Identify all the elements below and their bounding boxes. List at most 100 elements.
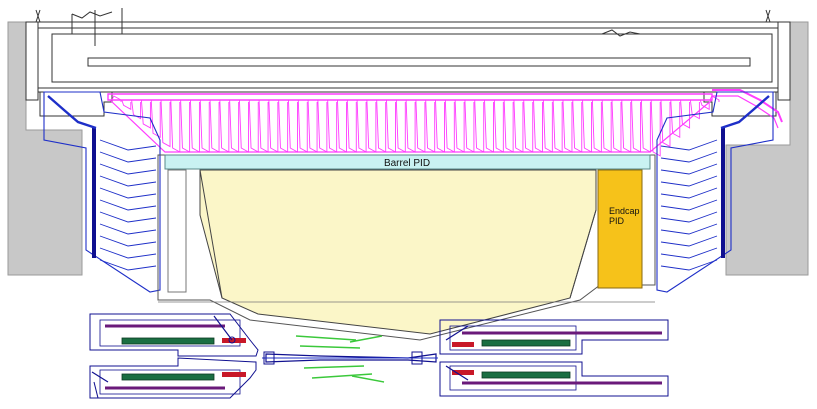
magenta-module <box>474 99 485 153</box>
magenta-module <box>572 99 583 153</box>
magenta-module <box>523 99 534 153</box>
beam-pipe-region <box>262 335 438 383</box>
magenta-barrel-structure <box>109 95 720 157</box>
magenta-module <box>484 99 494 153</box>
magenta-module <box>562 99 573 153</box>
magenta-module <box>533 99 543 153</box>
endcap-support-bar <box>721 128 725 258</box>
left-concrete-wall <box>7 21 83 276</box>
green-tracker-line-6 <box>351 375 385 383</box>
endcap-layer <box>99 151 157 163</box>
endcap-layer <box>660 151 718 163</box>
forward-detector-left-upper <box>89 313 259 357</box>
magenta-module <box>327 99 338 153</box>
endcap-layer <box>660 235 718 247</box>
endcap-support-bar <box>92 128 96 258</box>
magenta-module <box>582 99 593 153</box>
magenta-module <box>621 99 632 153</box>
endcap-cable <box>47 95 97 130</box>
right-upper-red-bar <box>452 342 474 347</box>
right-hook-shape <box>601 29 641 37</box>
forward-detector-left-lower <box>89 357 257 399</box>
magenta-module <box>405 99 416 153</box>
left-upper-green-bar <box>121 337 215 345</box>
magenta-module <box>444 99 455 153</box>
inner-detector-outline <box>157 154 656 341</box>
right-lower-outline <box>439 361 669 397</box>
magenta-module <box>670 99 681 139</box>
left-lower-pointer <box>93 381 99 399</box>
endcap-layer <box>99 235 157 247</box>
endcap-layer <box>99 223 157 235</box>
magenta-module <box>111 95 122 102</box>
magenta-module <box>209 99 220 153</box>
magenta-module <box>552 99 563 153</box>
magenta-module <box>542 99 553 153</box>
magenta-module <box>278 99 289 153</box>
magenta-module <box>238 99 249 153</box>
magenta-module <box>307 99 318 153</box>
magenta-module <box>160 99 171 148</box>
endcap-pid-label-line2: PID <box>609 216 625 226</box>
inner-tracking-volume <box>199 169 597 335</box>
forward-detector-right-upper <box>439 319 669 355</box>
green-tracker-line-5 <box>349 335 383 343</box>
endcap-layer <box>660 199 718 211</box>
magenta-module <box>699 99 710 111</box>
magenta-module <box>288 99 298 153</box>
magenta-module <box>356 99 367 153</box>
endcap-layer <box>660 247 718 259</box>
magenta-module <box>464 99 475 153</box>
magenta-module <box>180 99 191 153</box>
left-lower-red-bar <box>222 372 246 377</box>
endcap-layer <box>99 175 157 187</box>
magenta-module <box>425 99 436 153</box>
magenta-module <box>454 99 465 153</box>
detector-cross-section-diagram: Barrel PID Endcap PID <box>0 0 817 404</box>
green-tracker-line-3 <box>303 365 365 369</box>
magenta-module <box>395 99 406 153</box>
right-column <box>777 21 791 101</box>
magenta-module <box>513 99 524 153</box>
barrel-pid-label: Barrel PID <box>384 158 430 169</box>
endcap-layer <box>99 247 157 259</box>
magenta-module <box>337 99 347 153</box>
inner-left-wall <box>167 169 187 293</box>
endcap-layer <box>99 199 157 211</box>
endcap-pid-box <box>597 169 643 289</box>
endcap-layer <box>660 223 718 235</box>
left-column <box>25 21 39 101</box>
magenta-module <box>189 99 200 153</box>
magenta-module <box>346 99 357 153</box>
right-upper-green-bar <box>481 339 571 347</box>
magenta-module <box>376 99 387 153</box>
forward-detector-right-lower <box>439 361 669 397</box>
magenta-module <box>199 99 210 153</box>
right-concrete-wall <box>725 21 809 276</box>
right-lower-green-bar <box>481 371 571 379</box>
magenta-module <box>503 99 514 153</box>
magenta-module <box>317 99 328 153</box>
crane-hook-shape <box>71 11 113 19</box>
endcap-layer <box>99 139 157 151</box>
green-tracker-line-1 <box>295 335 357 341</box>
magenta-right-cable-2 <box>712 95 779 129</box>
magenta-module <box>493 99 504 153</box>
magenta-module <box>680 99 691 129</box>
magenta-module <box>591 99 602 153</box>
magenta-right-cable <box>712 89 783 123</box>
magenta-module <box>640 99 651 153</box>
green-tracker-line-2 <box>299 345 361 349</box>
magenta-module <box>170 99 181 153</box>
endcap-layer <box>660 139 718 151</box>
magenta-module <box>268 99 279 153</box>
endcap-layer <box>99 187 157 199</box>
magenta-module <box>611 99 622 153</box>
magenta-module <box>140 99 151 129</box>
magenta-module <box>229 99 240 153</box>
endcap-cable <box>720 95 770 130</box>
endcap-pid-label-line1: Endcap <box>609 206 640 216</box>
endcap-layer <box>660 175 718 187</box>
endcap-layer <box>99 211 157 223</box>
endcap-layer <box>660 187 718 199</box>
